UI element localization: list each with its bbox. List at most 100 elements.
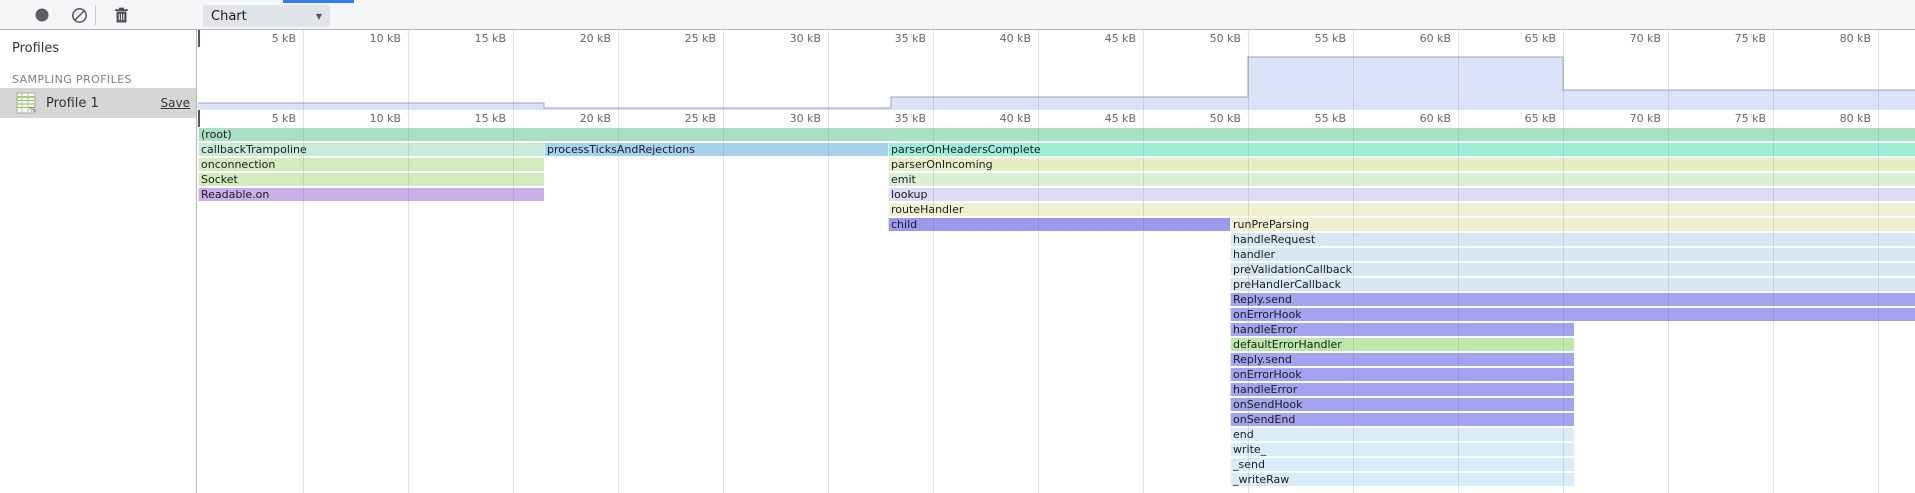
flame-row: onSendEnd xyxy=(198,412,1915,427)
flame-row: Readable.on lookup xyxy=(198,187,1915,202)
ruler-tick-label: 25 kB xyxy=(640,112,720,125)
ruler-tick-label: 45 kB xyxy=(1060,112,1140,125)
ruler-tick-label: 20 kB xyxy=(535,32,615,45)
active-tab-indicator xyxy=(283,0,354,3)
flame-row: Socket emit xyxy=(198,172,1915,187)
ruler-tick-label: 50 kB xyxy=(1165,112,1245,125)
ruler-tick-label: 40 kB xyxy=(955,112,1035,125)
flame-row: Reply.send xyxy=(198,292,1915,307)
flame-bar[interactable]: lookup xyxy=(888,188,1915,201)
flame-bar[interactable]: _writeRaw xyxy=(1230,473,1574,486)
flame-bar[interactable]: callbackTrampoline xyxy=(198,143,544,156)
ruler-tick-label: 55 kB xyxy=(1270,32,1350,45)
delete-button[interactable] xyxy=(108,3,134,27)
trash-icon xyxy=(114,7,129,24)
flame-bar[interactable]: preHandlerCallback xyxy=(1230,278,1915,291)
ruler-tick-label: 70 kB xyxy=(1585,112,1665,125)
flame-row: routeHandler xyxy=(198,202,1915,217)
flame-bar[interactable]: parserOnIncoming xyxy=(888,158,1915,171)
ruler-tick-label: 40 kB xyxy=(955,32,1035,45)
flame-row: handleError xyxy=(198,382,1915,397)
flame-bar[interactable]: child xyxy=(888,218,1230,231)
flame-bar[interactable]: defaultErrorHandler xyxy=(1230,338,1574,351)
flame-row: onErrorHook xyxy=(198,367,1915,382)
flame-row: callbackTrampolineprocessTicksAndRejecti… xyxy=(198,142,1915,157)
ruler-tick-label: 60 kB xyxy=(1375,112,1455,125)
flame-bar[interactable]: onconnection xyxy=(198,158,544,171)
flame-row: Reply.send xyxy=(198,352,1915,367)
flame-bar[interactable]: (root) xyxy=(198,128,1915,141)
ruler-tick-label: 35 kB xyxy=(850,32,930,45)
ruler-tick-label: 65 kB xyxy=(1480,112,1560,125)
ruler-tick-label: 50 kB xyxy=(1165,32,1245,45)
ruler-top: 5 kB10 kB15 kB20 kB25 kB30 kB35 kB40 kB4… xyxy=(198,30,1915,47)
flame-bar[interactable]: onSendEnd xyxy=(1230,413,1574,426)
memory-overview[interactable] xyxy=(198,47,1915,110)
ruler-tick-label: 55 kB xyxy=(1270,112,1350,125)
flame-bar[interactable]: Socket xyxy=(198,173,544,186)
ruler-tick-label: 75 kB xyxy=(1690,112,1770,125)
toolbar-separator xyxy=(95,5,96,25)
flame-row: preValidationCallback xyxy=(198,262,1915,277)
flame-row: _writeRaw xyxy=(198,472,1915,487)
flame-bar[interactable]: onSendHook xyxy=(1230,398,1574,411)
ruler-tick-label: 20 kB xyxy=(535,112,615,125)
flame-row: onSendHook xyxy=(198,397,1915,412)
profile-list-item[interactable]: % Profile 1 Save xyxy=(0,88,196,118)
flame-bar[interactable]: write_ xyxy=(1230,443,1574,456)
flame-row: handleError xyxy=(198,322,1915,337)
ruler-bottom: 5 kB 10 kB 15 kB 20 kB 25 kB 30 kB 35 kB 40 kB 4… xyxy=(198,110,1915,127)
flame-bar[interactable]: processTicksAndRejections xyxy=(544,143,888,156)
profile-name: Profile 1 xyxy=(46,96,161,111)
ruler-tick-label: 5 kB xyxy=(220,32,300,45)
flame-row: defaultErrorHandler xyxy=(198,337,1915,352)
chart-view-select[interactable]: Chart ▼ xyxy=(203,5,330,27)
ruler-tick-label: 80 kB xyxy=(1795,112,1875,125)
ruler-tick-label: 10 kB xyxy=(325,112,405,125)
flame-bar[interactable]: handleRequest xyxy=(1230,233,1915,246)
flame-graph: (root)callbackTrampolineprocessTicksAndR… xyxy=(198,127,1915,493)
flame-row: onconnection parserOnIncoming xyxy=(198,157,1915,172)
flame-row: write_ xyxy=(198,442,1915,457)
flame-row: handleRequest xyxy=(198,232,1915,247)
block-icon xyxy=(71,7,88,24)
flame-bar[interactable]: preValidationCallback xyxy=(1230,263,1915,276)
flame-bar[interactable]: Reply.send xyxy=(1230,353,1574,366)
flame-bar[interactable]: end xyxy=(1230,428,1574,441)
sampling-profiles-section-label: SAMPLING PROFILES xyxy=(0,56,196,86)
record-button[interactable] xyxy=(29,3,55,27)
ruler-tick-label: 15 kB xyxy=(430,112,510,125)
flame-bar[interactable]: emit xyxy=(888,173,1915,186)
ruler-tick-label: 5 kB xyxy=(220,112,300,125)
flame-bar[interactable]: onErrorHook xyxy=(1230,308,1915,321)
flame-bar[interactable]: handler xyxy=(1230,248,1915,261)
ruler-zero-mark xyxy=(198,30,200,47)
ruler-tick-label: 30 kB xyxy=(745,112,825,125)
chart-view-select-value: Chart xyxy=(211,9,316,24)
flame-row: onErrorHook xyxy=(198,307,1915,322)
flame-row: end xyxy=(198,427,1915,442)
profiles-sidebar: Profiles SAMPLING PROFILES % Profile 1 S… xyxy=(0,30,197,493)
svg-text:%: % xyxy=(29,106,36,114)
flame-bar[interactable]: parserOnHeadersComplete xyxy=(888,143,1915,156)
sidebar-heading: Profiles xyxy=(0,30,196,56)
flame-bar[interactable]: runPreParsing xyxy=(1230,218,1915,231)
ruler-tick-label: 75 kB xyxy=(1690,32,1770,45)
save-link[interactable]: Save xyxy=(161,96,190,110)
flame-bar[interactable]: routeHandler xyxy=(888,203,1915,216)
flame-bar[interactable]: Readable.on xyxy=(198,188,544,201)
ruler-tick-label: 35 kB xyxy=(850,112,930,125)
flame-bar[interactable]: onErrorHook xyxy=(1230,368,1574,381)
ruler-tick-label: 15 kB xyxy=(430,32,510,45)
flame-chart-panel: 5 kB 10 kB 15 kB 20 kB 25 kB 30 kB 35 kB 40 kB 4… xyxy=(198,30,1915,493)
flame-row: handler xyxy=(198,247,1915,262)
flame-row: childrunPreParsing xyxy=(198,217,1915,232)
flame-bar[interactable]: Reply.send xyxy=(1230,293,1915,306)
chevron-down-icon: ▼ xyxy=(316,12,322,21)
flame-bar[interactable]: _send xyxy=(1230,458,1574,471)
ruler-tick-label: 65 kB xyxy=(1480,32,1560,45)
clear-button[interactable] xyxy=(66,3,92,27)
flame-bar[interactable]: handleError xyxy=(1230,383,1574,396)
ruler-tick-label: 70 kB xyxy=(1585,32,1665,45)
flame-bar[interactable]: handleError xyxy=(1230,323,1574,336)
